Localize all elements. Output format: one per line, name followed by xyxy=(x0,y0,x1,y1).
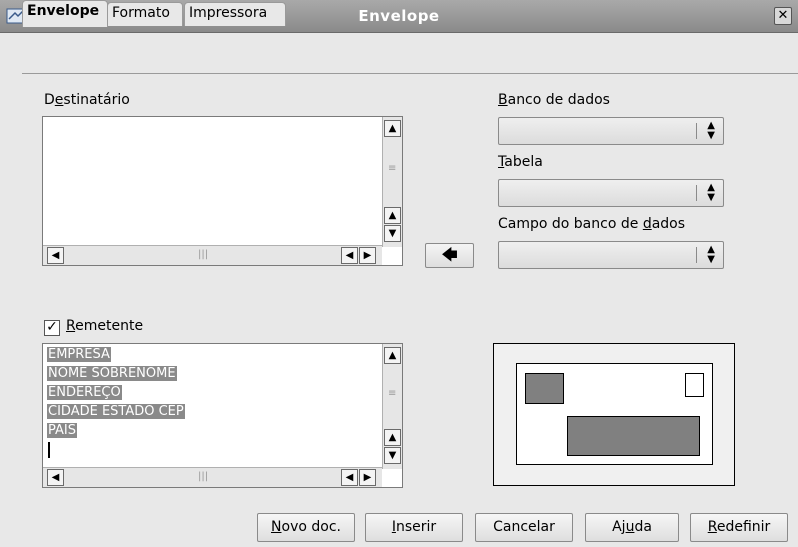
scroll-up-icon[interactable]: ▲ xyxy=(384,207,401,224)
scroll-left-icon[interactable]: ◀ xyxy=(47,469,64,486)
scroll-right-icon[interactable]: ▶ xyxy=(359,247,376,264)
insert-field-button[interactable]: 🡄 xyxy=(425,243,474,268)
sender-line: ENDEREÇO xyxy=(47,385,122,400)
scroll-grip-icon: ≡ xyxy=(388,388,397,399)
database-label: Banco de dados xyxy=(498,92,610,108)
scroll-grip-icon: ≡ xyxy=(388,163,397,174)
sender-line: PAIS xyxy=(47,423,77,438)
sender-hscrollbar[interactable]: ◀ ||| ◀ ▶ xyxy=(43,467,382,487)
scroll-left-icon[interactable]: ◀ xyxy=(341,469,358,486)
sender-line: CIDADE ESTADO CEP xyxy=(47,404,185,419)
recipient-vscrollbar[interactable]: ▲ ≡ ▲ ▼ xyxy=(382,117,402,247)
scroll-grip-icon: ||| xyxy=(198,249,209,260)
insert-button[interactable]: Inserir xyxy=(365,513,463,542)
sender-line: EMPRESA xyxy=(47,347,111,362)
sender-area-preview xyxy=(525,373,564,404)
sender-label: Remetente xyxy=(66,318,144,334)
recipient-hscrollbar[interactable]: ◀ ||| ◀ ▶ xyxy=(43,245,382,265)
sender-vscrollbar[interactable]: ▲ ≡ ▲ ▼ xyxy=(382,344,402,469)
table-select[interactable]: ▲ ▼ xyxy=(498,179,724,207)
cancel-button[interactable]: Cancelar xyxy=(475,513,573,542)
db-field-select[interactable]: ▲ ▼ xyxy=(498,241,724,269)
text-cursor xyxy=(47,440,398,459)
scroll-grip-icon: ||| xyxy=(198,471,209,482)
database-select[interactable]: ▲ ▼ xyxy=(498,117,724,145)
sender-line: NOME SOBRENOME xyxy=(47,366,177,381)
close-icon[interactable]: ✕ xyxy=(774,7,792,25)
scroll-left-icon[interactable]: ◀ xyxy=(47,247,64,264)
table-label: Tabela xyxy=(498,154,543,170)
help-button[interactable]: Ajuda xyxy=(585,513,679,542)
tab-formato[interactable]: Formato xyxy=(107,2,183,26)
sender-text: EMPRESA NOME SOBRENOME ENDEREÇO CIDADE E… xyxy=(43,344,402,460)
tab-divider xyxy=(22,73,798,74)
scroll-down-icon[interactable]: ▼ xyxy=(384,447,401,464)
recipient-label: Destinatário xyxy=(44,92,130,108)
scroll-up-icon[interactable]: ▲ xyxy=(384,347,401,364)
scroll-up-icon[interactable]: ▲ xyxy=(384,429,401,446)
stamp-area-preview xyxy=(685,373,704,397)
reset-button[interactable]: Redefinir xyxy=(690,513,788,542)
envelope-outline xyxy=(516,363,713,465)
recipient-area-preview xyxy=(567,416,700,456)
sender-textarea[interactable]: EMPRESA NOME SOBRENOME ENDEREÇO CIDADE E… xyxy=(42,343,403,488)
db-field-label: Campo do banco de dados xyxy=(498,216,686,232)
envelope-preview xyxy=(493,343,735,486)
arrow-left-icon: 🡄 xyxy=(441,245,458,264)
tab-envelope[interactable]: Envelope xyxy=(22,0,108,27)
spin-arrows-icon[interactable]: ▲ ▼ xyxy=(707,245,715,265)
sender-checkbox[interactable]: ✓ xyxy=(44,320,60,336)
new-doc-button[interactable]: Novo doc. xyxy=(257,513,355,542)
spin-arrows-icon[interactable]: ▲ ▼ xyxy=(707,121,715,141)
tab-impressora[interactable]: Impressora xyxy=(184,2,286,26)
recipient-text xyxy=(43,117,402,121)
scroll-left-icon[interactable]: ◀ xyxy=(341,247,358,264)
scroll-up-icon[interactable]: ▲ xyxy=(384,120,401,137)
recipient-textarea[interactable]: ▲ ≡ ▲ ▼ ◀ ||| ◀ ▶ xyxy=(42,116,403,266)
spin-arrows-icon[interactable]: ▲ ▼ xyxy=(707,183,715,203)
scroll-down-icon[interactable]: ▼ xyxy=(384,225,401,242)
scroll-right-icon[interactable]: ▶ xyxy=(359,469,376,486)
